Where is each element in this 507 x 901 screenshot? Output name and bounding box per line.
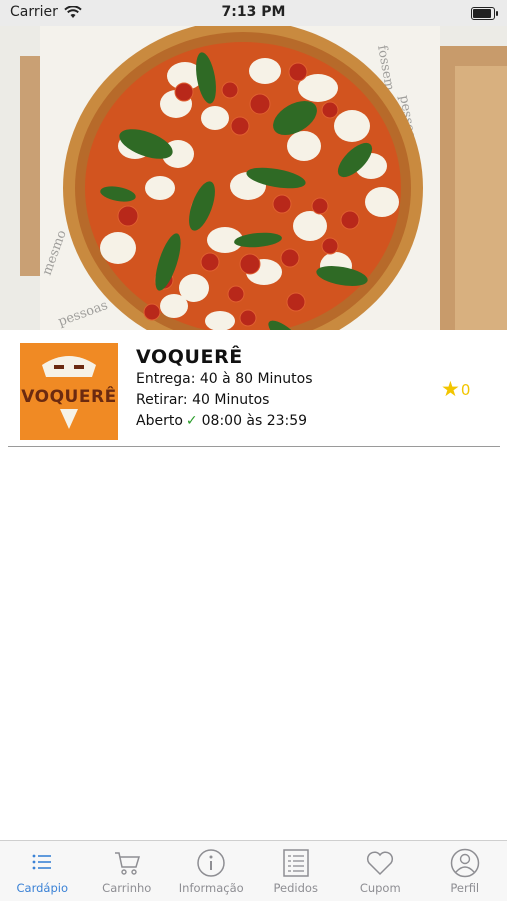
tab-cupom[interactable]: Cupom bbox=[338, 841, 423, 901]
opening-status: Aberto✓08:00 às 23:59 bbox=[136, 413, 307, 429]
opening-hours: 08:00 às 23:59 bbox=[202, 413, 307, 429]
tab-label: Informação bbox=[179, 881, 244, 895]
open-label: Aberto bbox=[136, 413, 183, 429]
tab-label: Cupom bbox=[360, 881, 401, 895]
info-icon bbox=[196, 848, 226, 878]
profile-icon bbox=[450, 848, 480, 878]
hero-image: fossem pessoas do fundo mesmo pessoas bbox=[0, 26, 507, 330]
cart-icon bbox=[112, 848, 142, 878]
tab-cardapio[interactable]: Cardápio bbox=[0, 841, 85, 901]
tab-label: Pedidos bbox=[274, 881, 318, 895]
store-info[interactable]: VOQUERÊ VOQUERÊ Entrega: 40 à 80 Minutos… bbox=[8, 330, 500, 447]
status-time: 7:13 PM bbox=[0, 4, 507, 20]
pickup-time: Retirar: 40 Minutos bbox=[136, 392, 269, 408]
tab-label: Cardápio bbox=[17, 881, 68, 895]
tab-carrinho[interactable]: Carrinho bbox=[85, 841, 170, 901]
tab-perfil[interactable]: Perfil bbox=[423, 841, 507, 901]
heart-icon bbox=[365, 848, 395, 878]
logo-text: VOQUERÊ bbox=[20, 387, 118, 407]
store-name: VOQUERÊ bbox=[136, 346, 243, 368]
store-logo: VOQUERÊ bbox=[20, 343, 118, 440]
tab-informacao[interactable]: Informação bbox=[169, 841, 254, 901]
rating-value: 0 bbox=[461, 381, 471, 399]
status-bar: Carrier 7:13 PM bbox=[0, 0, 507, 26]
delivery-time: Entrega: 40 à 80 Minutos bbox=[136, 371, 313, 387]
checkmark-icon: ✓ bbox=[186, 413, 198, 429]
battery-icon bbox=[471, 7, 495, 20]
store-rating: ★ 0 bbox=[441, 379, 470, 400]
menu-list-icon bbox=[27, 848, 57, 878]
orders-icon bbox=[281, 848, 311, 878]
pizza-illustration: fossem pessoas do fundo mesmo pessoas bbox=[0, 26, 507, 330]
tab-label: Carrinho bbox=[102, 881, 151, 895]
tab-label: Perfil bbox=[450, 881, 479, 895]
star-icon: ★ bbox=[441, 379, 460, 400]
tab-bar: Cardápio Carrinho Informação Pedidos bbox=[0, 840, 507, 901]
tab-pedidos[interactable]: Pedidos bbox=[254, 841, 339, 901]
